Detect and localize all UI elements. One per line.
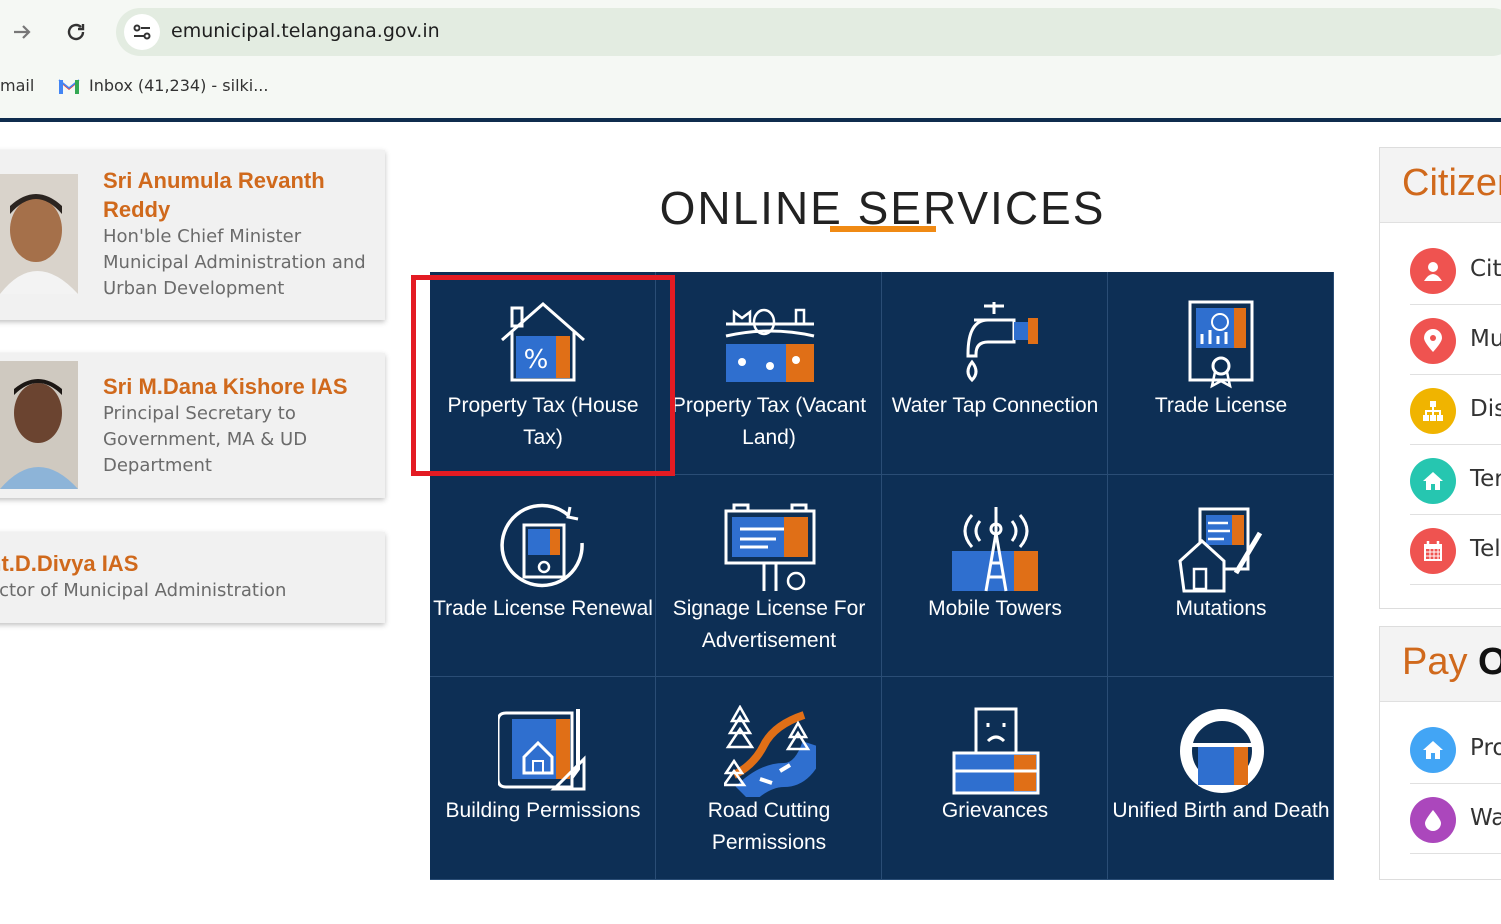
header-divider xyxy=(0,118,1501,122)
item-label: Tel xyxy=(1470,536,1501,562)
official-card: Sri Anumula Revanth Reddy Hon'ble Chief … xyxy=(0,150,385,320)
service-road-cutting[interactable]: Road Cutting Permissions xyxy=(656,677,882,880)
location-pin-icon xyxy=(1410,318,1456,364)
official-name: Sri Anumula Revanth Reddy xyxy=(103,168,325,222)
pay-online-panel: Pay O Pro Wa xyxy=(1379,626,1501,880)
citizen-item[interactable]: Tel xyxy=(1410,514,1501,585)
service-label: Signage License For Advertisement xyxy=(672,596,866,652)
bookmark-mail[interactable]: mail xyxy=(0,76,34,95)
grievance-icon xyxy=(952,707,1040,795)
user-icon xyxy=(1410,248,1456,294)
certificate-renew-icon xyxy=(500,503,584,587)
service-label: Mutations xyxy=(1175,596,1267,620)
title-underline xyxy=(830,226,936,232)
citizen-item[interactable]: Dis xyxy=(1410,374,1501,445)
water-tap-icon xyxy=(966,302,1038,383)
official-name: nt.D.Divya IAS xyxy=(0,551,139,576)
service-label: Water Tap Connection xyxy=(891,394,1099,417)
service-mobile-towers[interactable]: Mobile Towers xyxy=(882,474,1108,678)
home-icon xyxy=(1410,458,1456,504)
sitemap-icon xyxy=(1410,388,1456,434)
pay-item[interactable]: Wa xyxy=(1410,783,1501,854)
item-label: Mu xyxy=(1470,326,1501,352)
road-icon xyxy=(724,705,816,798)
service-building-permissions[interactable]: Building Permissions xyxy=(430,677,656,880)
citizen-panel: Citizen Cit Mu Dis Ter Tel xyxy=(1379,147,1501,609)
panel-header: Citizen xyxy=(1380,148,1501,223)
service-label: Property Tax (Vacant Land) xyxy=(671,394,867,449)
service-property-tax-vacant[interactable]: Property Tax (Vacant Land) xyxy=(656,272,882,475)
service-mutations[interactable]: Mutations xyxy=(1108,474,1334,678)
tower-icon xyxy=(952,506,1038,591)
official-name: Sri M.Dana Kishore IAS xyxy=(103,374,348,399)
official-role: ector of Municipal Administration xyxy=(0,580,287,601)
service-label: Trade License xyxy=(1154,394,1288,417)
service-label: Road Cutting Permissions xyxy=(707,799,831,855)
service-label: Building Permissions xyxy=(445,799,641,823)
service-label: Trade License Renewal xyxy=(433,596,653,620)
site-settings-icon[interactable] xyxy=(124,14,160,50)
item-label: Ter xyxy=(1470,466,1501,492)
citizen-item[interactable]: Mu xyxy=(1410,304,1501,375)
pay-item[interactable]: Pro xyxy=(1410,713,1501,784)
service-signage-license[interactable]: Signage License For Advertisement xyxy=(656,474,882,678)
item-label: Wa xyxy=(1470,805,1501,831)
reload-icon xyxy=(67,23,85,41)
blueprint-icon xyxy=(498,709,586,791)
reload-button[interactable] xyxy=(58,14,94,50)
calendar-icon xyxy=(1410,528,1456,574)
highlight-box xyxy=(411,275,675,476)
billboard-icon xyxy=(724,503,816,591)
official-photo xyxy=(0,174,78,294)
citizen-item[interactable]: Ter xyxy=(1410,444,1501,515)
arrow-right-icon xyxy=(14,25,31,39)
item-label: Cit xyxy=(1470,256,1501,282)
official-role: Hon'ble Chief Minister Municipal Adminis… xyxy=(103,226,366,299)
official-card: nt.D.Divya IAS ector of Municipal Admini… xyxy=(0,532,385,623)
browser-toolbar: emunicipal.telangana.gov.in mail Inbox (… xyxy=(0,0,1501,118)
bookmark-inbox[interactable]: Inbox (41,234) - silki... xyxy=(89,76,268,95)
house-document-icon xyxy=(1178,507,1263,593)
service-grievances[interactable]: Grievances xyxy=(882,677,1108,880)
service-trade-license[interactable]: Trade License xyxy=(1108,272,1334,475)
service-label: Grievances xyxy=(941,799,1049,823)
url-text: emunicipal.telangana.gov.in xyxy=(171,20,440,42)
forward-button[interactable] xyxy=(4,14,40,50)
citizen-item[interactable]: Cit xyxy=(1410,234,1501,305)
service-label: Mobile Towers xyxy=(928,596,1062,620)
panel-title: Citizen xyxy=(1402,162,1501,204)
service-label: Unified Birth and Death xyxy=(1112,799,1330,823)
service-birth-death[interactable]: Unified Birth and Death xyxy=(1108,677,1334,880)
service-trade-license-renewal[interactable]: Trade License Renewal xyxy=(430,474,656,678)
address-bar[interactable]: emunicipal.telangana.gov.in xyxy=(116,8,1501,56)
certificate-icon xyxy=(1188,300,1254,389)
official-card: Sri M.Dana Kishore IAS Principal Secreta… xyxy=(0,353,385,498)
birth-death-icon xyxy=(1180,709,1264,794)
official-role: Principal Secretary to Government, MA & … xyxy=(103,403,308,476)
home-icon xyxy=(1410,727,1456,773)
panel-title: Pay O xyxy=(1402,641,1501,683)
vacant-land-icon xyxy=(725,308,815,382)
service-water-tap[interactable]: Water Tap Connection xyxy=(882,272,1108,475)
official-photo xyxy=(0,361,78,489)
panel-header: Pay O xyxy=(1380,627,1501,702)
water-drop-icon xyxy=(1410,797,1456,843)
item-label: Pro xyxy=(1470,735,1501,761)
gmail-icon xyxy=(58,78,80,99)
item-label: Dis xyxy=(1470,396,1501,422)
